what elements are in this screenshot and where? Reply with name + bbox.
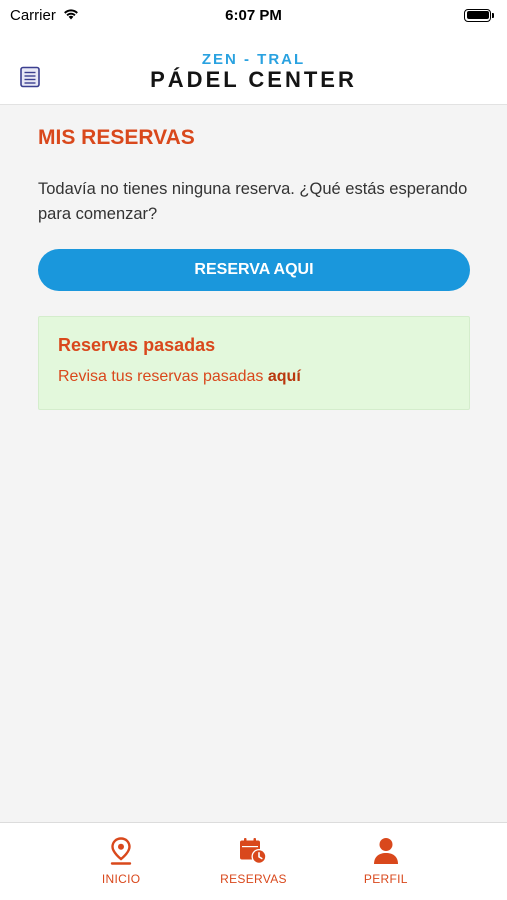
location-pin-icon xyxy=(110,837,132,865)
user-icon xyxy=(373,837,399,865)
tab-inicio-label: INICIO xyxy=(101,872,141,886)
wifi-icon xyxy=(62,7,80,24)
bottom-tab-bar: INICIO RESERVAS PERFIL xyxy=(0,822,507,900)
past-reservations-text: Revisa tus reservas pasadas aquí xyxy=(58,368,450,386)
empty-reservations-message: Todavía no tienes ninguna reserva. ¿Qué … xyxy=(38,180,468,223)
tab-reservas[interactable]: RESERVAS xyxy=(208,823,298,900)
status-bar: Carrier 6:07 PM xyxy=(0,0,507,30)
tab-reservas-label: RESERVAS xyxy=(220,872,287,886)
main-content: MIS RESERVAS Todavía no tienes ninguna r… xyxy=(0,106,507,822)
reserve-here-button[interactable]: RESERVA AQUI xyxy=(38,249,470,291)
past-reservations-card: Reservas pasadas Revisa tus reservas pas… xyxy=(38,316,470,410)
past-reservations-title: Reservas pasadas xyxy=(58,335,216,355)
logo-bottom-text: PÁDEL CENTER xyxy=(150,67,357,92)
tab-perfil-label: PERFIL xyxy=(363,872,408,886)
page-title: MIS RESERVAS xyxy=(38,126,195,149)
logo-top-text: ZEN - TRAL xyxy=(201,51,306,68)
battery-icon xyxy=(464,8,494,22)
tab-inicio[interactable]: INICIO xyxy=(76,823,166,900)
status-left: Carrier xyxy=(10,7,80,24)
past-reservations-link[interactable]: aquí xyxy=(268,368,301,385)
calendar-clock-icon xyxy=(239,837,267,865)
app-logo: ZEN - TRAL PÁDEL CENTER xyxy=(0,52,507,92)
past-reservations-prompt: Revisa tus reservas pasadas xyxy=(58,368,268,385)
carrier-label: Carrier xyxy=(10,6,56,24)
app-header: ZEN - TRAL PÁDEL CENTER xyxy=(0,30,507,105)
tab-perfil[interactable]: PERFIL xyxy=(341,823,431,900)
